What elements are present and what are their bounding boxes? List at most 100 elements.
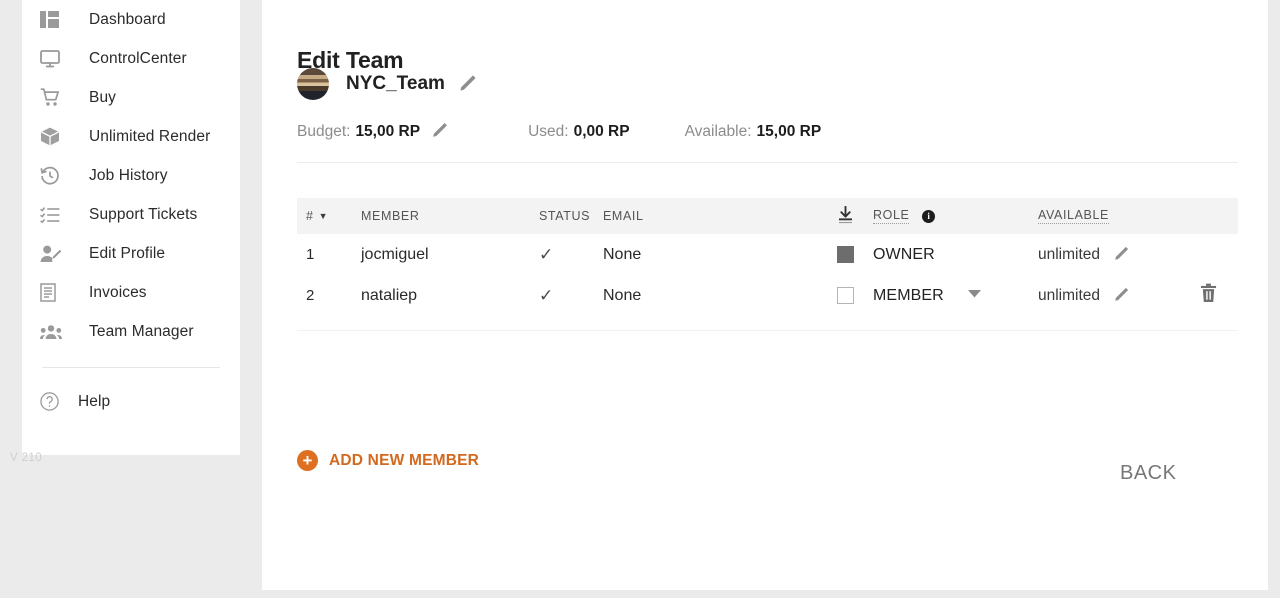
sidebar-item-buy[interactable]: Buy <box>22 78 240 117</box>
invoice-icon <box>40 282 70 304</box>
check-icon: ✓ <box>539 285 554 305</box>
row-checkbox[interactable] <box>837 246 854 263</box>
row-email: None <box>603 245 642 263</box>
dashboard-icon <box>40 9 70 31</box>
row-select-cell[interactable] <box>818 287 873 304</box>
row-available-value: unlimited <box>1038 245 1101 263</box>
row-status: ✓ <box>539 286 603 306</box>
box-icon <box>40 126 70 148</box>
available-value: 15,00 RP <box>756 122 822 140</box>
row-email: None <box>603 286 642 304</box>
members-table: # ▼ MEMBER STATUS EMAIL ROLE i AVAILABLE… <box>297 198 1238 316</box>
available-label: Available: <box>684 122 752 140</box>
column-header-download[interactable] <box>818 205 873 227</box>
budget-group: Budget: 15,00 RP <box>297 120 450 143</box>
row-index: 2 <box>306 287 315 304</box>
column-header-label: # <box>306 209 314 223</box>
info-icon[interactable]: i <box>922 209 936 223</box>
row-select-cell[interactable] <box>818 246 873 263</box>
used-group: Used: 0,00 RP <box>528 123 630 141</box>
sidebar-item-label: Unlimited Render <box>89 127 211 145</box>
sidebar-item-label: Help <box>78 392 111 410</box>
column-header-role[interactable]: ROLE i <box>873 208 1038 224</box>
row-member-name: nataliep <box>361 286 418 304</box>
sidebar-item-team-manager[interactable]: Team Manager <box>22 312 240 351</box>
chevron-down-icon[interactable] <box>967 290 981 301</box>
version-label: V 210 <box>10 452 43 464</box>
column-header-label: ROLE <box>873 208 910 224</box>
trash-icon <box>1200 283 1217 308</box>
sidebar-item-label: Support Tickets <box>89 205 198 223</box>
sidebar-item-support-tickets[interactable]: Support Tickets <box>22 195 240 234</box>
sidebar-item-label: Dashboard <box>89 10 166 28</box>
header-divider <box>297 162 1238 163</box>
avatar <box>297 68 329 100</box>
sidebar-item-dashboard[interactable]: Dashboard <box>22 0 240 39</box>
row-delete-button[interactable] <box>1178 283 1238 308</box>
team-name: NYC_Team <box>346 73 445 94</box>
people-icon <box>40 321 70 343</box>
column-header-label: STATUS <box>539 209 591 223</box>
pencil-icon[interactable] <box>459 72 479 97</box>
user-edit-icon <box>40 243 70 265</box>
table-row[interactable]: 2 nataliep ✓ None MEMBER unlimited <box>297 275 1238 316</box>
monitor-icon <box>40 48 70 70</box>
sidebar-divider <box>42 367 220 368</box>
plus-circle-icon: + <box>297 450 318 471</box>
main-panel: Edit Team NYC_Team Budget: 15,00 RP Used… <box>262 0 1268 590</box>
row-index: 1 <box>306 246 315 263</box>
budget-value: 15,00 RP <box>355 122 421 140</box>
sort-caret-icon[interactable]: ▼ <box>319 211 329 221</box>
row-checkbox[interactable] <box>837 287 854 304</box>
team-identity-row: NYC_Team <box>297 68 479 100</box>
sidebar-item-label: Edit Profile <box>89 244 166 262</box>
cart-icon <box>40 87 70 109</box>
column-header-label: MEMBER <box>361 209 420 223</box>
sidebar-item-controlcenter[interactable]: ControlCenter <box>22 39 240 78</box>
sidebar-item-job-history[interactable]: Job History <box>22 156 240 195</box>
add-new-member-label: ADD NEW MEMBER <box>329 451 480 469</box>
row-status: ✓ <box>539 245 603 265</box>
column-header-member[interactable]: MEMBER <box>361 209 539 223</box>
pencil-icon[interactable] <box>1114 285 1131 307</box>
check-icon: ✓ <box>539 244 554 264</box>
column-header-label: AVAILABLE <box>1038 208 1109 224</box>
sidebar-item-invoices[interactable]: Invoices <box>22 273 240 312</box>
table-row[interactable]: 1 jocmiguel ✓ None OWNER unlimited <box>297 234 1238 275</box>
row-available-value: unlimited <box>1038 286 1101 304</box>
row-role-cell[interactable]: MEMBER <box>873 287 1038 305</box>
sidebar-item-edit-profile[interactable]: Edit Profile <box>22 234 240 273</box>
budget-summary-row: Budget: 15,00 RP Used: 0,00 RP Available… <box>297 120 821 143</box>
question-circle-icon <box>40 391 62 413</box>
row-role-label: MEMBER <box>873 286 944 304</box>
row-role-cell: OWNER <box>873 246 1038 264</box>
column-header-label: EMAIL <box>603 209 644 223</box>
sidebar-item-label: ControlCenter <box>89 49 187 67</box>
sidebar-nav-list: Dashboard ControlCenter Buy Unlimited Re… <box>22 0 240 351</box>
sidebar-item-label: Team Manager <box>89 322 194 340</box>
download-icon[interactable] <box>837 205 854 227</box>
sidebar-item-label: Buy <box>89 88 117 106</box>
checklist-icon <box>40 204 70 226</box>
column-header-email[interactable]: EMAIL <box>603 209 818 223</box>
table-header-row: # ▼ MEMBER STATUS EMAIL ROLE i AVAILABLE <box>297 198 1238 234</box>
table-bottom-divider <box>297 330 1238 331</box>
back-button[interactable]: BACK <box>1120 462 1176 485</box>
used-value: 0,00 RP <box>573 122 630 140</box>
pencil-icon[interactable] <box>1114 244 1131 266</box>
pencil-icon[interactable] <box>432 120 450 143</box>
sidebar-item-unlimited-render[interactable]: Unlimited Render <box>22 117 240 156</box>
budget-label: Budget: <box>297 122 351 140</box>
sidebar-item-help[interactable]: Help <box>22 382 240 421</box>
add-new-member-button[interactable]: + ADD NEW MEMBER <box>297 450 479 471</box>
sidebar: Dashboard ControlCenter Buy Unlimited Re… <box>22 0 240 455</box>
row-role-label: OWNER <box>873 245 935 263</box>
row-member-name: jocmiguel <box>361 245 429 263</box>
app-root: Dashboard ControlCenter Buy Unlimited Re… <box>0 0 1280 598</box>
row-available-cell: unlimited <box>1038 244 1178 266</box>
column-header-available[interactable]: AVAILABLE <box>1038 208 1178 224</box>
column-header-status[interactable]: STATUS <box>539 209 603 223</box>
history-icon <box>40 165 70 187</box>
used-label: Used: <box>528 122 569 140</box>
column-header-num[interactable]: # ▼ <box>297 209 361 223</box>
